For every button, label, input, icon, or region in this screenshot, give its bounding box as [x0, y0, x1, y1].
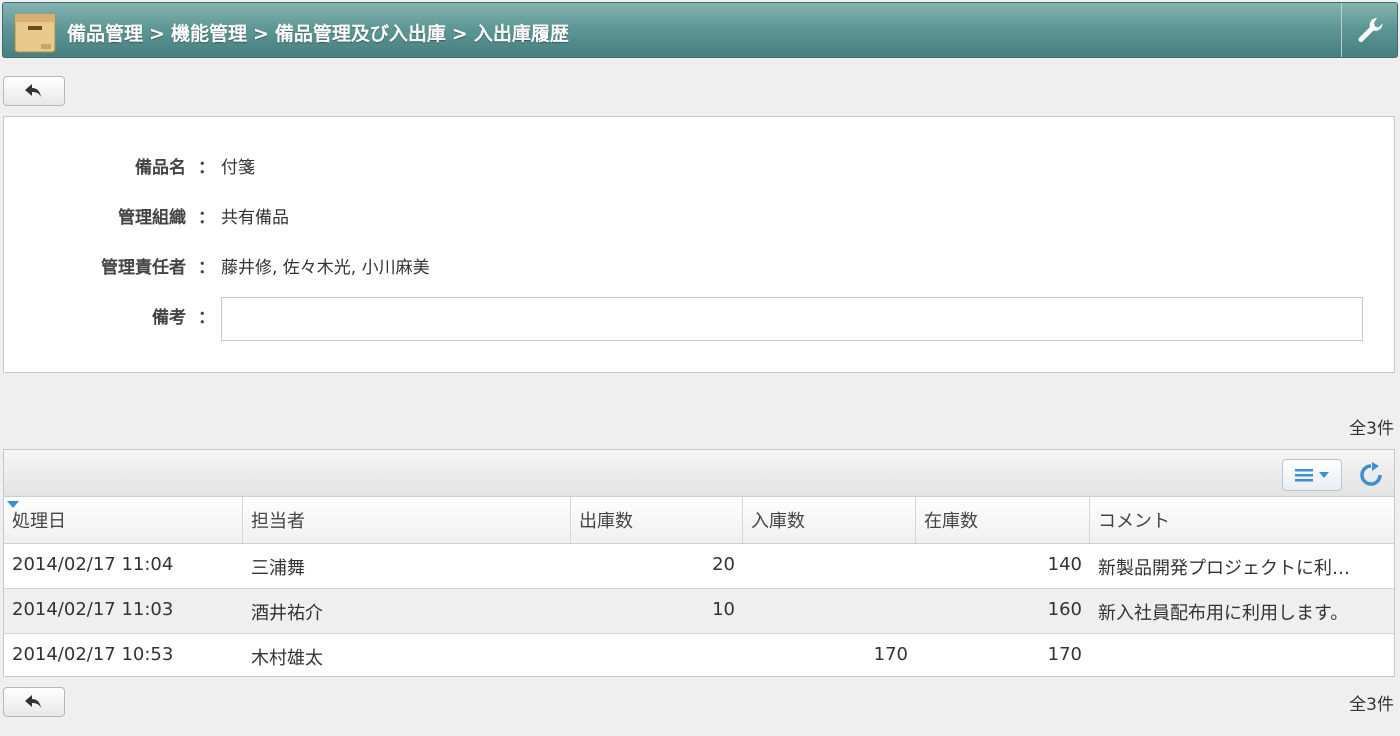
cell-stock: 140 — [1047, 554, 1082, 575]
equipment-name-value: 付箋 — [221, 158, 255, 178]
breadcrumb-separator: > — [451, 23, 468, 45]
back-button[interactable] — [3, 76, 65, 106]
column-menu-button[interactable] — [1282, 459, 1342, 491]
chevron-down-icon — [1319, 472, 1329, 478]
colon: ： — [198, 258, 215, 278]
colon: ： — [198, 308, 215, 328]
breadcrumb-separator: > — [252, 23, 269, 45]
column-header-stock[interactable]: 在庫数 — [916, 497, 1090, 543]
cell-comment: 新入社員配布用に利用します。 — [1098, 603, 1349, 624]
breadcrumb-item-equipment[interactable]: 備品管理 — [67, 23, 143, 45]
cell-out: 20 — [712, 554, 735, 575]
cell-person: 酒井祐介 — [251, 603, 323, 624]
manager-label: 管理責任者 — [101, 258, 186, 278]
wrench-icon — [1358, 17, 1383, 42]
back-arrow-icon — [25, 84, 41, 97]
cell-date: 2014/02/17 11:03 — [12, 599, 174, 620]
table-row[interactable]: 2014/02/17 10:53 木村雄太 170 170 — [4, 634, 1394, 679]
box-icon — [13, 8, 57, 54]
cell-comment — [1098, 634, 1386, 678]
cell-stock: 160 — [1047, 599, 1082, 620]
refresh-icon — [1360, 462, 1382, 486]
info-row-manager: 管理責任者 ： 藤井修, 佐々木光, 小川麻美 — [4, 253, 1394, 278]
grid-toolbar — [4, 450, 1394, 497]
column-header-in[interactable]: 入庫数 — [743, 497, 916, 543]
breadcrumb-item-history: 入出庫履歴 — [473, 23, 569, 45]
cell-person: 木村雄太 — [251, 648, 323, 669]
breadcrumb-item-inout[interactable]: 備品管理及び入出庫 — [275, 23, 446, 45]
column-header-date[interactable]: 処理日 — [4, 497, 243, 543]
settings-button[interactable] — [1341, 3, 1397, 57]
title-bar: 備品管理 > 機能管理 > 備品管理及び入出庫 > 入出庫履歴 — [2, 2, 1398, 58]
record-count: 全3件 — [1349, 419, 1394, 439]
sort-indicator-icon — [7, 501, 19, 508]
equipment-info-panel: 備品名 ： 付箋 管理組織 ： 共有備品 管理責任者 ： 藤井修, 佐々木光, … — [3, 116, 1395, 373]
record-count: 全3件 — [1349, 695, 1394, 715]
refresh-button[interactable] — [1354, 458, 1388, 492]
cell-out: 10 — [712, 599, 735, 620]
column-header-out[interactable]: 出庫数 — [571, 497, 743, 543]
list-menu-icon — [1295, 469, 1313, 482]
column-header-comment[interactable]: コメント — [1090, 497, 1396, 543]
cell-in: 170 — [873, 644, 908, 665]
remark-field[interactable] — [221, 297, 1363, 341]
cell-in — [743, 589, 908, 633]
colon: ： — [198, 208, 215, 228]
cell-comment: 新製品開発プロジェクトに利… — [1098, 558, 1350, 579]
manager-value: 藤井修, 佐々木光, 小川麻美 — [221, 258, 430, 278]
cell-date: 2014/02/17 11:04 — [12, 554, 174, 575]
org-label: 管理組織 — [118, 208, 186, 228]
remark-label: 備考 — [152, 308, 186, 328]
back-arrow-icon — [25, 695, 41, 708]
breadcrumb: 備品管理 > 機能管理 > 備品管理及び入出庫 > 入出庫履歴 — [67, 19, 569, 46]
cell-in — [743, 544, 908, 588]
org-value: 共有備品 — [221, 208, 289, 228]
breadcrumb-item-function[interactable]: 機能管理 — [171, 23, 247, 45]
equipment-name-label: 備品名 — [135, 158, 186, 178]
info-row-org: 管理組織 ： 共有備品 — [4, 203, 1394, 228]
cell-out — [571, 634, 735, 678]
back-button[interactable] — [3, 687, 65, 717]
table-row[interactable]: 2014/02/17 11:03 酒井祐介 10 160 新入社員配布用に利用し… — [4, 589, 1394, 634]
colon: ： — [198, 158, 215, 178]
table-header: 処理日 担当者 出庫数 入庫数 在庫数 コメント — [4, 497, 1394, 544]
table-row[interactable]: 2014/02/17 11:04 三浦舞 20 140 新製品開発プロジェクトに… — [4, 544, 1394, 589]
cell-date: 2014/02/17 10:53 — [12, 644, 174, 665]
breadcrumb-separator: > — [149, 23, 165, 45]
cell-person: 三浦舞 — [251, 558, 305, 579]
history-table: 処理日 担当者 出庫数 入庫数 在庫数 コメント 2014/02/17 11:0… — [3, 449, 1395, 677]
info-row-name: 備品名 ： 付箋 — [4, 153, 1394, 178]
cell-stock: 170 — [1047, 644, 1082, 665]
column-header-person[interactable]: 担当者 — [243, 497, 571, 543]
